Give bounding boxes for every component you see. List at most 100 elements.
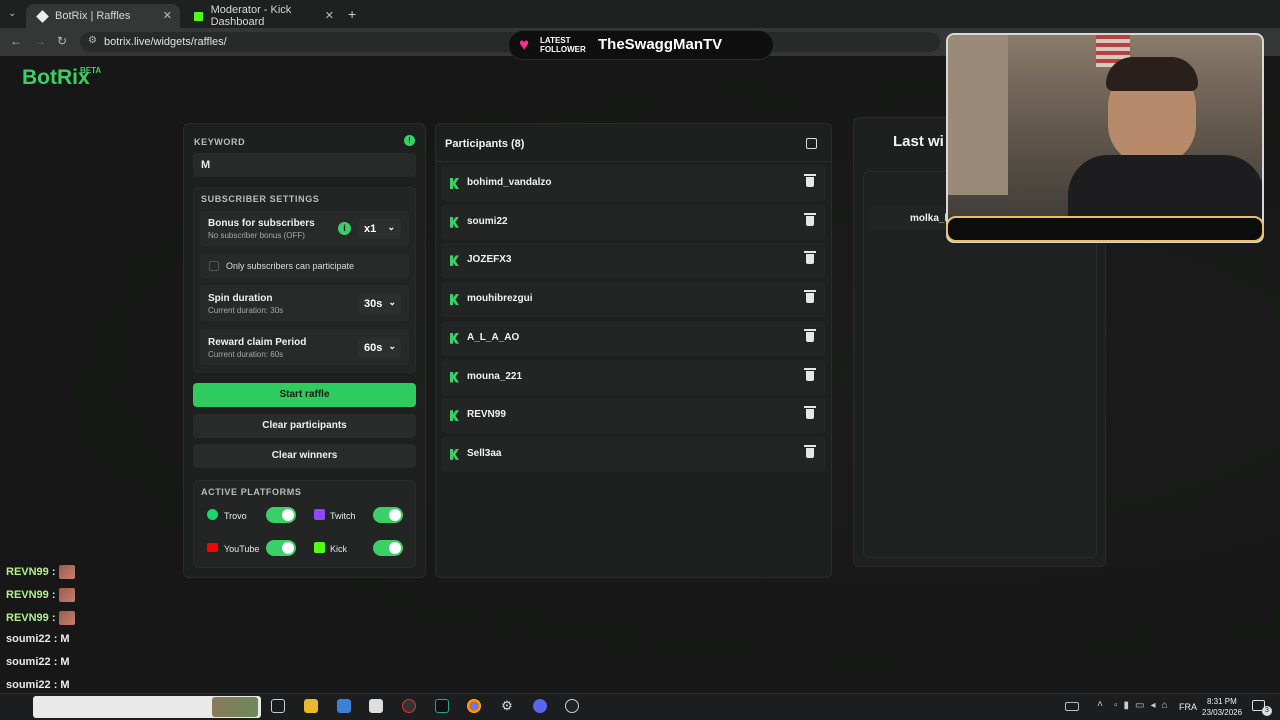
chevron-down-icon: ⌄ — [387, 222, 395, 232]
tab-close-icon[interactable]: ✕ — [325, 9, 334, 22]
participant-row: A_L_A_AO — [441, 320, 826, 356]
copy-icon[interactable] — [806, 138, 817, 149]
tab-close-icon[interactable]: ✕ — [163, 9, 172, 22]
tab-kick-dashboard[interactable]: Moderator - Kick Dashboard ✕ — [182, 4, 342, 28]
info-icon[interactable]: ! — [404, 135, 415, 146]
chat-separator: : — [48, 565, 56, 578]
chevron-down-icon: ⌄ — [388, 297, 396, 307]
spin-label: Spin duration — [208, 293, 273, 304]
kick-toggle[interactable] — [373, 540, 403, 556]
participant-row: soumi22 — [441, 204, 826, 240]
back-button[interactable]: ← — [10, 34, 22, 48]
terminal-icon[interactable] — [435, 699, 449, 713]
active-platforms-title: ACTIVE PLATFORMS — [201, 487, 302, 497]
chevron-down-icon: ⌄ — [388, 341, 396, 351]
site-info-icon[interactable]: ⚙ — [88, 35, 97, 46]
clock-date[interactable]: 23/03/2026 — [1202, 708, 1242, 717]
twitch-icon — [314, 509, 325, 520]
trash-icon[interactable] — [804, 367, 816, 381]
trash-icon[interactable] — [804, 290, 816, 304]
participant-name: Sell3aa — [467, 447, 502, 459]
chat-user: soumi22 — [6, 633, 51, 646]
bonus-sub: No subscriber bonus (OFF) — [208, 231, 305, 240]
spin-duration-row: Spin duration Current duration: 30s 30s … — [200, 285, 409, 321]
bonus-value: x1 — [364, 223, 377, 235]
twitch-toggle[interactable] — [373, 507, 403, 523]
chat-user: REVN99 — [6, 588, 49, 601]
webcam-bar — [946, 216, 1264, 242]
chat-separator: : — [50, 633, 61, 646]
webcam-door — [948, 35, 1008, 195]
bonus-multiplier-select[interactable]: x1 ⌄ — [358, 219, 401, 239]
participant-name: JOZEFX3 — [467, 254, 512, 266]
taskbar-search-image — [212, 697, 258, 717]
trash-icon[interactable] — [804, 212, 816, 226]
forward-button[interactable]: → — [34, 34, 46, 48]
keyword-value: M — [201, 159, 211, 171]
only-subscribers-label: Only subscribers can participate — [226, 261, 355, 271]
youtube-toggle[interactable] — [266, 540, 296, 556]
latest-follower-overlay: ♥ LATEST FOLLOWER TheSwaggManTV — [508, 30, 774, 60]
participant-row: JOZEFX3 — [441, 243, 826, 279]
kick-icon — [450, 448, 459, 460]
app-icon[interactable] — [565, 699, 579, 713]
kick-icon — [314, 542, 325, 553]
clear-participants-button[interactable]: Clear participants — [193, 414, 416, 438]
start-raffle-button[interactable]: Start raffle — [193, 383, 416, 407]
chat-message: soumi22 : M — [6, 633, 70, 645]
new-tab-button[interactable]: + — [348, 6, 356, 22]
chrome-icon[interactable] — [467, 699, 481, 713]
keyboard-icon[interactable] — [1065, 702, 1079, 711]
only-subscribers-row: Only subscribers can participate — [200, 254, 409, 278]
trovo-toggle[interactable] — [266, 507, 296, 523]
keyword-input[interactable]: M — [193, 153, 416, 177]
claim-period-select[interactable]: 60s ⌄ — [358, 338, 401, 358]
spin-duration-select[interactable]: 30s ⌄ — [358, 294, 401, 314]
participant-name: A_L_A_AO — [467, 331, 520, 343]
emote-image — [58, 587, 75, 602]
chevron-up-icon[interactable]: ˄ — [1097, 699, 1103, 710]
task-view-icon[interactable] — [271, 699, 285, 713]
trash-icon[interactable] — [804, 444, 816, 458]
participant-row: bohimd_vandalzo — [441, 166, 826, 201]
tab-favicon-icon — [36, 9, 49, 23]
chat-message: REVN99 : — [6, 587, 75, 602]
file-explorer-icon[interactable] — [304, 699, 318, 713]
follower-caption-1: LATEST — [540, 36, 571, 45]
claim-label: Reward claim Period — [208, 337, 307, 348]
chat-separator: : — [48, 611, 56, 624]
trash-icon[interactable] — [804, 406, 816, 420]
discord-icon[interactable] — [533, 699, 547, 713]
bonus-info-icon[interactable]: i — [338, 222, 351, 235]
chat-message: soumi22 : M — [6, 656, 70, 668]
platform-label-trovo: Trovo — [224, 511, 247, 521]
chat-user: REVN99 — [6, 565, 49, 578]
heart-icon: ♥ — [519, 35, 530, 54]
store-icon[interactable] — [337, 699, 351, 713]
subscriber-settings-title: SUBSCRIBER SETTINGS — [201, 194, 320, 204]
tray-icons[interactable]: ▫▮▭◂⌂ — [1114, 700, 1174, 711]
clock-time[interactable]: 8:31 PM — [1207, 697, 1237, 706]
clear-winners-button[interactable]: Clear winners — [193, 444, 416, 468]
tab-list-chevron-icon[interactable]: ⌄ — [8, 8, 16, 19]
settings-gear-icon[interactable]: ⚙ — [500, 699, 514, 713]
trash-icon[interactable] — [804, 251, 816, 265]
kick-icon — [450, 255, 459, 267]
participant-row: mouna_221 — [441, 359, 826, 395]
participant-name: mouna_221 — [467, 370, 523, 382]
kick-icon — [450, 332, 459, 344]
bonus-row: Bonus for subscribers No subscriber bonu… — [200, 211, 409, 246]
trash-icon[interactable] — [804, 328, 816, 342]
chat-message: soumi22 : M — [6, 679, 70, 691]
participant-name: bohimd_vandalzo — [467, 177, 552, 188]
mail-icon[interactable] — [369, 699, 383, 713]
reload-button[interactable]: ↻ — [57, 34, 67, 48]
url-text: botrix.live/widgets/raffles/ — [104, 36, 227, 48]
tab-botrix-raffles[interactable]: BotRix | Raffles ✕ — [26, 4, 180, 28]
only-subscribers-checkbox[interactable] — [209, 261, 219, 271]
trash-icon[interactable] — [804, 174, 816, 187]
obs-icon[interactable] — [402, 699, 416, 713]
chat-text: M — [60, 679, 70, 691]
participants-title: Participants (8) — [445, 138, 525, 150]
language-indicator[interactable]: FRA — [1179, 702, 1197, 712]
